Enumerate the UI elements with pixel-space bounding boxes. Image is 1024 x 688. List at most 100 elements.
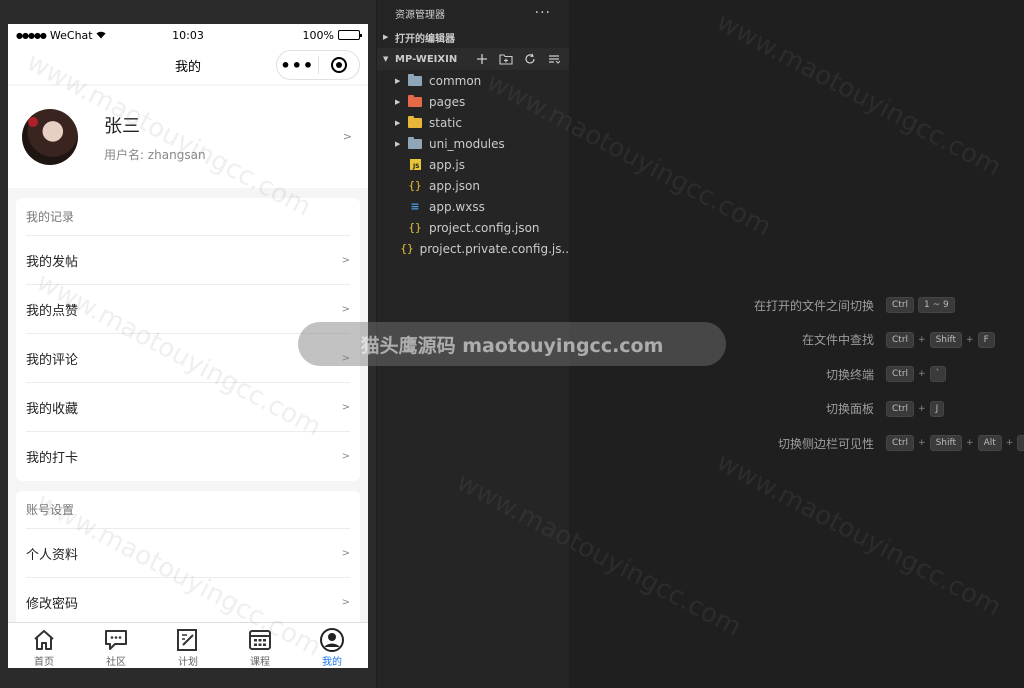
- calendar-icon: [249, 630, 271, 650]
- refresh-button[interactable]: [523, 52, 537, 66]
- open-editors-section[interactable]: ▶ 打开的编辑器: [377, 26, 569, 48]
- more-actions-button[interactable]: ···: [535, 5, 551, 21]
- keyboard-key: Shift: [929, 331, 963, 348]
- profile-name: 张三: [104, 115, 140, 137]
- page-title: 我的: [174, 59, 201, 75]
- records-title: 我的记录: [26, 198, 350, 236]
- project-section[interactable]: ▼ MP-WEIXIN: [377, 48, 569, 70]
- chevron-right-icon: ▶: [383, 33, 389, 41]
- carrier-label: WeChat: [49, 28, 93, 42]
- json-file-icon: {}: [408, 221, 422, 234]
- status-bar: ●●●●● WeChat 10:03 100%: [8, 24, 368, 46]
- shortcut-label: 在打开的文件之间切换: [753, 298, 874, 313]
- tree-folder-common[interactable]: ▶ common: [377, 70, 569, 91]
- tree-item-label: app.js: [429, 157, 465, 172]
- chevron-right-icon: ▶: [395, 139, 401, 148]
- keyboard-key: Alt: [977, 435, 1002, 452]
- account-item-profile[interactable]: 个人资料 >: [26, 529, 350, 578]
- tab-mine[interactable]: 我的: [296, 623, 368, 668]
- edit-icon: [177, 629, 197, 651]
- tree-folder-pages[interactable]: ▶ pages: [377, 91, 569, 112]
- keyboard-key: Shift: [929, 435, 963, 452]
- chevron-right-icon: ▶: [395, 97, 401, 106]
- tree-item-label: pages: [429, 94, 466, 109]
- key-separator: +: [918, 403, 926, 414]
- profile-card[interactable]: 张三 用户名: zhangsan >: [8, 86, 368, 188]
- close-button[interactable]: [319, 57, 360, 73]
- avatar: [22, 109, 78, 165]
- tree-folder-static[interactable]: ▶ static: [377, 112, 569, 133]
- shortcut-label: 在文件中查找: [801, 333, 874, 348]
- more-button[interactable]: •••: [277, 56, 318, 75]
- tab-community[interactable]: 社区: [80, 623, 152, 668]
- record-item-checkin[interactable]: 我的打卡 >: [26, 432, 350, 481]
- chevron-right-icon: >: [341, 303, 350, 315]
- project-title: MP-WEIXIN: [395, 53, 458, 65]
- key-separator: +: [918, 334, 926, 345]
- css-file-icon: ≡: [410, 200, 420, 213]
- chevron-right-icon: >: [341, 451, 350, 462]
- key-separator: +: [966, 438, 974, 449]
- shortcut-label: 切换面板: [825, 402, 874, 417]
- keyboard-key: Ctrl: [886, 400, 915, 417]
- list-item-label: 我的打卡: [26, 451, 79, 466]
- tab-home[interactable]: 首页: [8, 623, 80, 668]
- explorer-header: 资源管理器 ···: [377, 0, 569, 26]
- tree-item-label: common: [429, 73, 482, 88]
- tab-label: 课程: [250, 657, 270, 668]
- tree-file-project-private-config[interactable]: ▶ {} project.private.config.js...: [377, 238, 573, 259]
- json-file-icon: {}: [400, 242, 414, 255]
- section-title: 打开的编辑器: [395, 33, 455, 45]
- keyboard-key: 1 ~ 9: [918, 297, 955, 314]
- home-icon: [34, 630, 54, 650]
- keyboard-key: F: [977, 331, 995, 348]
- tab-label: 计划: [178, 657, 198, 668]
- js-file-icon: JS: [409, 159, 421, 170]
- shortcut-row: 切换侧边栏可见性Ctrl+Shift+Alt+B: [570, 426, 1024, 461]
- account-card: 账号设置 个人资料 > 修改密码 >: [16, 491, 360, 627]
- shortcut-keys: Ctrl + J: [886, 400, 945, 417]
- watermark-banner: 猫头鹰源码 maotouyingcc.com: [298, 322, 726, 366]
- tree-folder-uni-modules[interactable]: ▶ uni_modules: [377, 133, 569, 154]
- file-tree: ▶ common ▶ pages ▶ static ▶ uni_modules …: [377, 70, 573, 259]
- wifi-icon: [96, 29, 106, 42]
- shortcut-keys: Ctrl + Shift + F: [886, 331, 995, 348]
- chevron-right-icon: >: [341, 547, 350, 559]
- chevron-right-icon: ▶: [395, 118, 401, 127]
- folder-pages-icon: [408, 94, 422, 107]
- tab-course[interactable]: 课程: [224, 623, 296, 668]
- tree-file-app-json[interactable]: ▶ {} app.json: [377, 175, 569, 196]
- account-item-password[interactable]: 修改密码 >: [26, 578, 350, 627]
- chevron-right-icon: >: [341, 254, 350, 266]
- keyboard-key: Ctrl: [886, 435, 915, 452]
- new-folder-button[interactable]: [499, 52, 513, 66]
- record-item-posts[interactable]: 我的发帖 >: [26, 236, 350, 285]
- list-item-label: 修改密码: [26, 597, 79, 612]
- tree-file-app-wxss[interactable]: ▶ ≡ app.wxss: [377, 196, 569, 217]
- record-item-likes[interactable]: 我的点赞 >: [26, 285, 350, 334]
- list-item-label: 我的发帖: [26, 254, 79, 270]
- keyboard-key: `: [929, 366, 947, 383]
- tab-plan[interactable]: 计划: [152, 623, 224, 668]
- record-item-favorites[interactable]: 我的收藏 >: [26, 383, 350, 432]
- menu-capsule: •••: [276, 50, 360, 80]
- battery-percent: 100%: [302, 28, 334, 42]
- shortcut-keys: Ctrl+Shift+Alt+B: [886, 435, 1024, 452]
- shortcut-row: 切换面板 Ctrl + J: [570, 392, 1024, 427]
- tab-label: 我的: [322, 657, 342, 668]
- tree-item-label: static: [429, 115, 462, 130]
- shortcut-row: 在打开的文件之间切换 Ctrl 1 ~ 9: [570, 288, 1024, 323]
- shortcut-list: 在打开的文件之间切换 Ctrl 1 ~ 9 在文件中查找 Ctrl + Shift + F 切换终…: [570, 288, 1024, 461]
- new-file-button[interactable]: [475, 52, 489, 66]
- tree-item-label: uni_modules: [429, 136, 505, 151]
- tree-file-project-config[interactable]: ▶ {} project.config.json: [377, 217, 569, 238]
- keyboard-key: B: [1017, 435, 1024, 452]
- tree-item-label: app.wxss: [429, 199, 485, 214]
- list-item-label: 个人资料: [26, 547, 79, 563]
- json-file-icon: {}: [408, 179, 422, 192]
- folder-icon: [408, 73, 422, 86]
- collapse-all-button[interactable]: [547, 52, 561, 66]
- tree-file-app-js[interactable]: ▶ JS app.js: [377, 154, 569, 175]
- tab-bar: 首页 社区 计划 课程 我的: [8, 622, 368, 668]
- chevron-right-icon: ▶: [395, 76, 401, 85]
